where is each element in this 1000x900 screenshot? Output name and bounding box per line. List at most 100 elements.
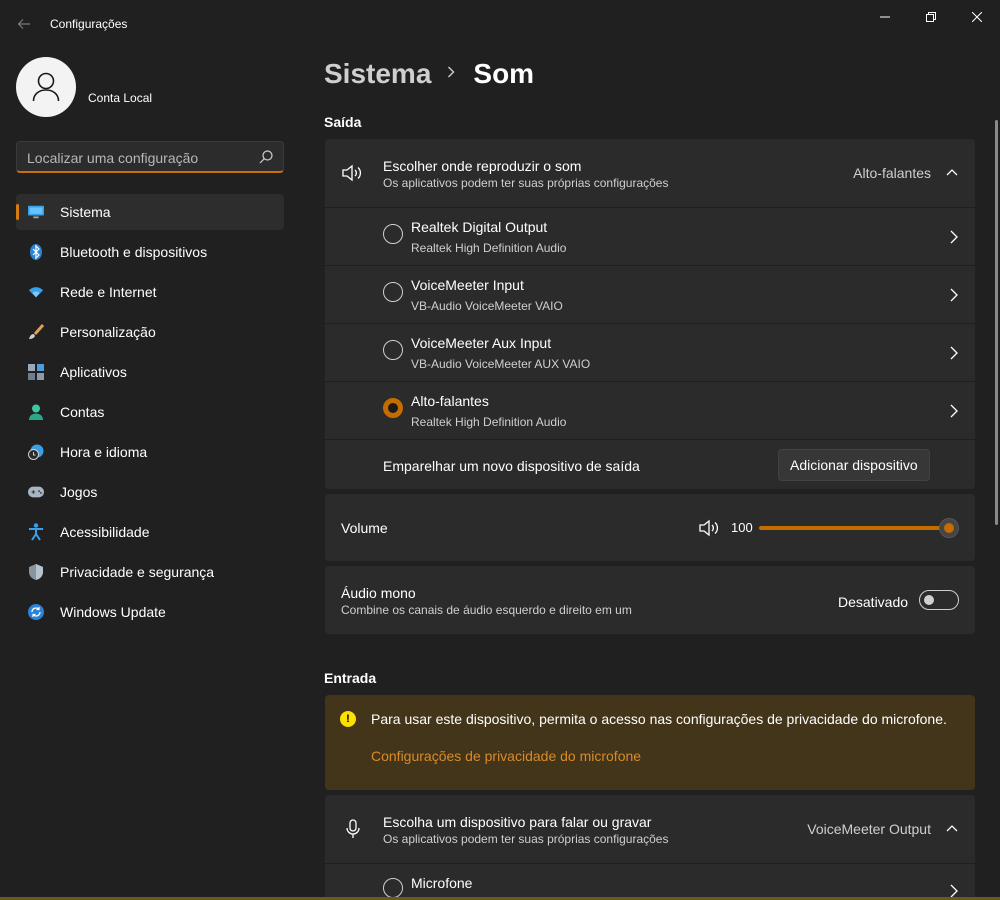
- restore-icon: [926, 12, 936, 22]
- sidebar-nav: Sistema Bluetooth e dispositivos Rede e …: [16, 194, 284, 634]
- mono-audio-title: Áudio mono: [341, 585, 416, 601]
- radio-button[interactable]: [383, 224, 403, 244]
- chevron-right-icon: [447, 65, 455, 83]
- back-arrow-icon: [17, 19, 30, 29]
- device-driver: Realtek High Definition Audio: [411, 415, 567, 429]
- device-name: VoiceMeeter Aux Input: [411, 335, 552, 351]
- slider-thumb[interactable]: [939, 518, 959, 538]
- sidebar-item-label: Bluetooth e dispositivos: [60, 244, 208, 260]
- scrollbar[interactable]: [995, 120, 998, 525]
- page-title: Som: [473, 58, 535, 89]
- sidebar-item-label: Rede e Internet: [60, 284, 157, 300]
- update-icon: [28, 604, 44, 620]
- input-chooser-row[interactable]: Escolha um dispositivo para falar ou gra…: [325, 795, 975, 863]
- sidebar-item-sistema[interactable]: Sistema: [16, 194, 284, 230]
- sidebar-item-hora[interactable]: Hora e idioma: [16, 434, 284, 470]
- apps-icon: [28, 364, 44, 380]
- shield-icon: [28, 564, 44, 580]
- close-button[interactable]: [962, 8, 992, 26]
- pair-device-row: Emparelhar um novo dispositivo de saída …: [325, 439, 975, 489]
- chevron-right-icon[interactable]: [949, 404, 959, 418]
- radio-button[interactable]: [383, 282, 403, 302]
- avatar[interactable]: [16, 57, 76, 117]
- mono-audio-card: Áudio mono Combine os canais de áudio es…: [325, 566, 975, 634]
- output-device-row[interactable]: VoiceMeeter Aux Input VB-Audio VoiceMeet…: [325, 323, 975, 381]
- device-driver: VB-Audio VoiceMeeter VAIO: [411, 299, 563, 313]
- output-device-card: Escolher onde reproduzir o som Os aplica…: [325, 139, 975, 489]
- volume-slider[interactable]: [759, 518, 959, 538]
- sidebar-item-contas[interactable]: Contas: [16, 394, 284, 430]
- add-device-button[interactable]: Adicionar dispositivo: [778, 449, 930, 481]
- input-device-card: Escolha um dispositivo para falar ou gra…: [325, 795, 975, 900]
- gamepad-icon: [28, 484, 44, 500]
- wifi-icon: [28, 284, 44, 300]
- device-driver: VB-Audio VoiceMeeter AUX VAIO: [411, 357, 591, 371]
- sidebar-item-acessibilidade[interactable]: Acessibilidade: [16, 514, 284, 550]
- sidebar-item-label: Sistema: [60, 204, 111, 220]
- privacy-settings-link[interactable]: Configurações de privacidade do microfon…: [371, 748, 641, 764]
- slider-track: [759, 526, 949, 530]
- sidebar-item-rede[interactable]: Rede e Internet: [16, 274, 284, 310]
- breadcrumb: Sistema Som: [324, 58, 534, 90]
- radio-button[interactable]: [383, 878, 403, 898]
- chevron-right-icon[interactable]: [949, 288, 959, 302]
- app-title: Configurações: [50, 17, 128, 31]
- breadcrumb-parent[interactable]: Sistema: [324, 58, 431, 90]
- device-name: Alto-falantes: [411, 393, 489, 409]
- microphone-warning: ! Para usar este dispositivo, permita o …: [325, 695, 975, 790]
- sidebar-item-windows-update[interactable]: Windows Update: [16, 594, 284, 630]
- radio-button[interactable]: [383, 340, 403, 360]
- chevron-right-icon[interactable]: [949, 230, 959, 244]
- chevron-right-icon[interactable]: [949, 884, 959, 898]
- device-name: Microfone: [411, 875, 473, 891]
- volume-label: Volume: [341, 520, 388, 536]
- sidebar-item-label: Contas: [60, 404, 105, 420]
- sidebar-item-label: Jogos: [60, 484, 98, 500]
- output-selected-value: Alto-falantes: [853, 165, 931, 181]
- close-icon: [971, 11, 983, 23]
- search-icon[interactable]: [259, 150, 273, 164]
- toggle-knob: [924, 595, 934, 605]
- mono-toggle[interactable]: [919, 590, 959, 610]
- volume-icon[interactable]: [699, 519, 721, 537]
- output-device-row[interactable]: VoiceMeeter Input VB-Audio VoiceMeeter V…: [325, 265, 975, 323]
- sidebar-item-label: Personalização: [60, 324, 156, 340]
- warning-text: Para usar este dispositivo, permita o ac…: [371, 711, 947, 727]
- search-box[interactable]: [16, 141, 284, 173]
- input-device-row[interactable]: Microfone: [325, 863, 975, 900]
- sidebar-item-aplicativos[interactable]: Aplicativos: [16, 354, 284, 390]
- back-button[interactable]: [14, 14, 34, 34]
- output-section-title: Saída: [324, 114, 362, 130]
- chevron-up-icon[interactable]: [946, 824, 958, 832]
- search-input[interactable]: [27, 148, 247, 168]
- device-name: Realtek Digital Output: [411, 219, 548, 235]
- sidebar-item-label: Hora e idioma: [60, 444, 148, 460]
- person-icon: [32, 72, 60, 102]
- sidebar-item-label: Windows Update: [60, 604, 166, 620]
- brush-icon: [28, 324, 44, 340]
- sidebar-item-personalizacao[interactable]: Personalização: [16, 314, 284, 350]
- output-device-row[interactable]: Alto-falantes Realtek High Definition Au…: [325, 381, 975, 439]
- radio-button-checked[interactable]: [383, 398, 403, 418]
- output-chooser-subtitle: Os aplicativos podem ter suas próprias c…: [383, 176, 669, 190]
- chevron-right-icon[interactable]: [949, 346, 959, 360]
- globe-clock-icon: [28, 444, 44, 460]
- warning-icon: !: [340, 711, 356, 727]
- input-section-title: Entrada: [324, 670, 377, 686]
- minimize-button[interactable]: [870, 8, 900, 26]
- output-chooser-row[interactable]: Escolher onde reproduzir o som Os aplica…: [325, 139, 975, 207]
- volume-card: Volume 100: [325, 494, 975, 561]
- input-chooser-title: Escolha um dispositivo para falar ou gra…: [383, 814, 652, 830]
- bluetooth-icon: [28, 244, 44, 260]
- output-device-row[interactable]: Realtek Digital Output Realtek High Defi…: [325, 207, 975, 265]
- restore-button[interactable]: [916, 8, 946, 26]
- output-chooser-title: Escolher onde reproduzir o som: [383, 158, 582, 174]
- sidebar-item-bluetooth[interactable]: Bluetooth e dispositivos: [16, 234, 284, 270]
- mono-audio-subtitle: Combine os canais de áudio esquerdo e di…: [341, 603, 632, 617]
- input-chooser-subtitle: Os aplicativos podem ter suas próprias c…: [383, 832, 669, 846]
- sidebar-item-privacidade[interactable]: Privacidade e segurança: [16, 554, 284, 590]
- sidebar-item-label: Aplicativos: [60, 364, 127, 380]
- speaker-icon: [342, 164, 362, 182]
- sidebar-item-jogos[interactable]: Jogos: [16, 474, 284, 510]
- chevron-up-icon[interactable]: [946, 168, 958, 176]
